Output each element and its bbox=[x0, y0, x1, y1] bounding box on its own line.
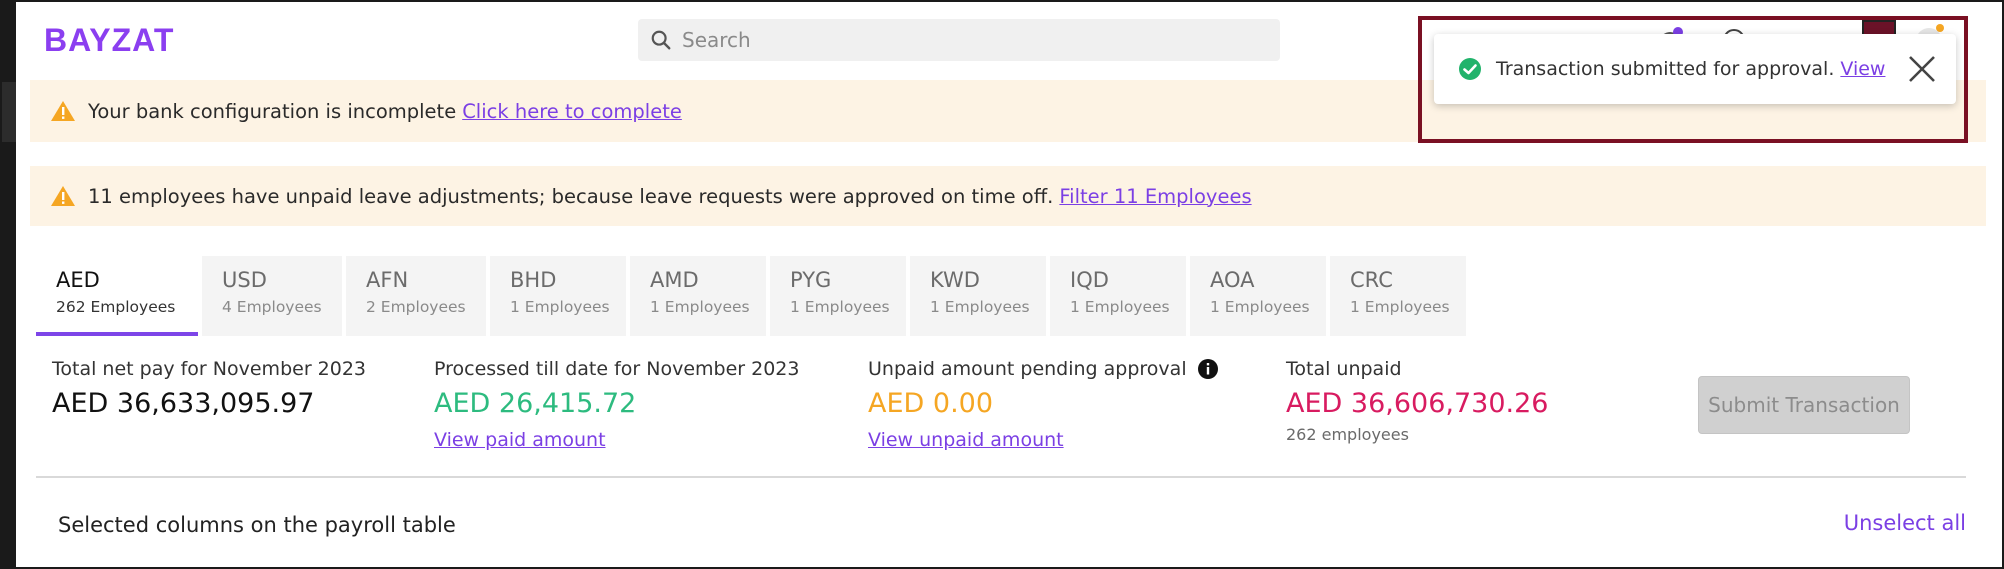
tab-count: 1 Employees bbox=[650, 298, 750, 316]
column-selection-header: Selected columns on the payroll table Un… bbox=[36, 478, 1966, 569]
view-paid-amount-link[interactable]: View paid amount bbox=[434, 429, 799, 451]
check-circle-icon bbox=[1458, 57, 1482, 81]
view-unpaid-amount-link[interactable]: View unpaid amount bbox=[868, 429, 1219, 451]
tab-count: 1 Employees bbox=[1070, 298, 1170, 316]
total-net-pay: Total net pay for November 2023 AED 36,6… bbox=[52, 358, 366, 419]
tab-code: USD bbox=[222, 268, 267, 292]
tab-code: CRC bbox=[1350, 268, 1393, 292]
tab-aed[interactable]: AED 262 Employees bbox=[36, 256, 198, 336]
tab-afn[interactable]: AFN 2 Employees bbox=[346, 256, 486, 336]
tab-count: 1 Employees bbox=[510, 298, 610, 316]
metric-label: Total unpaid bbox=[1286, 358, 1402, 380]
tab-pyg[interactable]: PYG 1 Employees bbox=[770, 256, 906, 336]
left-scroll-gutter bbox=[2, 2, 16, 567]
tab-code: AOA bbox=[1210, 268, 1255, 292]
toast-message: Transaction submitted for approval. bbox=[1496, 58, 1835, 80]
tab-iqd[interactable]: IQD 1 Employees bbox=[1050, 256, 1186, 336]
scrollbar-thumb[interactable] bbox=[2, 82, 16, 142]
banner-text: 11 employees have unpaid leave adjustmen… bbox=[88, 184, 1054, 208]
tab-code: BHD bbox=[510, 268, 557, 292]
submit-transaction-button[interactable]: Submit Transaction bbox=[1698, 376, 1910, 434]
tab-count: 262 Employees bbox=[56, 298, 176, 316]
tab-bhd[interactable]: BHD 1 Employees bbox=[490, 256, 626, 336]
metric-value: AED 26,415.72 bbox=[434, 388, 637, 419]
tab-count: 1 Employees bbox=[1210, 298, 1310, 316]
metric-value: AED 0.00 bbox=[868, 388, 994, 419]
metric-label: Unpaid amount pending approval bbox=[868, 358, 1187, 380]
bayzat-logo[interactable]: BAYZAT bbox=[44, 22, 174, 59]
total-unpaid: Total unpaid AED 36,606,730.26 262 emplo… bbox=[1286, 358, 1548, 444]
column-selection-title: Selected columns on the payroll table bbox=[58, 513, 456, 537]
complete-bank-config-link[interactable]: Click here to complete bbox=[462, 100, 682, 123]
currency-tabs: AED 262 Employees USD 4 Employees AFN 2 Emp… bbox=[36, 256, 1470, 336]
metric-label-row: Unpaid amount pending approval bbox=[868, 358, 1219, 380]
tab-code: AMD bbox=[650, 268, 699, 292]
tab-code: AFN bbox=[366, 268, 409, 292]
tab-kwd[interactable]: KWD 1 Employees bbox=[910, 256, 1046, 336]
metric-label: Processed till date for November 2023 bbox=[434, 358, 800, 380]
tab-code: KWD bbox=[930, 268, 980, 292]
tab-aoa[interactable]: AOA 1 Employees bbox=[1190, 256, 1326, 336]
tab-count: 1 Employees bbox=[790, 298, 890, 316]
filter-employees-link[interactable]: Filter 11 Employees bbox=[1059, 185, 1251, 208]
tab-code: IQD bbox=[1070, 268, 1109, 292]
search-input[interactable] bbox=[682, 28, 1242, 52]
tab-count: 4 Employees bbox=[222, 298, 322, 316]
payroll-summary: Total net pay for November 2023 AED 36,6… bbox=[36, 336, 1966, 476]
tab-amd[interactable]: AMD 1 Employees bbox=[630, 256, 766, 336]
tab-crc[interactable]: CRC 1 Employees bbox=[1330, 256, 1466, 336]
info-icon[interactable] bbox=[1197, 358, 1219, 380]
unpaid-leave-banner: 11 employees have unpaid leave adjustmen… bbox=[30, 166, 1986, 226]
warning-icon bbox=[50, 185, 76, 207]
close-icon[interactable] bbox=[1908, 55, 1936, 87]
tab-count: 1 Employees bbox=[930, 298, 1030, 316]
banner-text: Your bank configuration is incomplete bbox=[88, 99, 457, 123]
processed-till-date: Processed till date for November 2023 AE… bbox=[434, 358, 799, 451]
metric-value: AED 36,633,095.97 bbox=[52, 388, 315, 419]
tab-count: 1 Employees bbox=[1350, 298, 1450, 316]
metric-value: AED 36,606,730.26 bbox=[1286, 388, 1549, 419]
metric-label: Total net pay for November 2023 bbox=[52, 358, 367, 380]
tab-code: AED bbox=[56, 268, 100, 292]
search-bar[interactable] bbox=[638, 19, 1280, 61]
search-icon bbox=[651, 30, 671, 50]
unselect-all-button[interactable]: Unselect all bbox=[1844, 511, 1966, 535]
unpaid-pending-approval: Unpaid amount pending approval AED 0.00 … bbox=[868, 358, 1219, 451]
tab-code: PYG bbox=[790, 268, 832, 292]
toast-notification: Transaction submitted for approval. View bbox=[1434, 34, 1956, 104]
toast-view-link[interactable]: View bbox=[1840, 58, 1885, 80]
warning-icon bbox=[50, 100, 76, 122]
tab-usd[interactable]: USD 4 Employees bbox=[202, 256, 342, 336]
tab-count: 2 Employees bbox=[366, 298, 466, 316]
unpaid-employee-count: 262 employees bbox=[1286, 425, 1409, 444]
